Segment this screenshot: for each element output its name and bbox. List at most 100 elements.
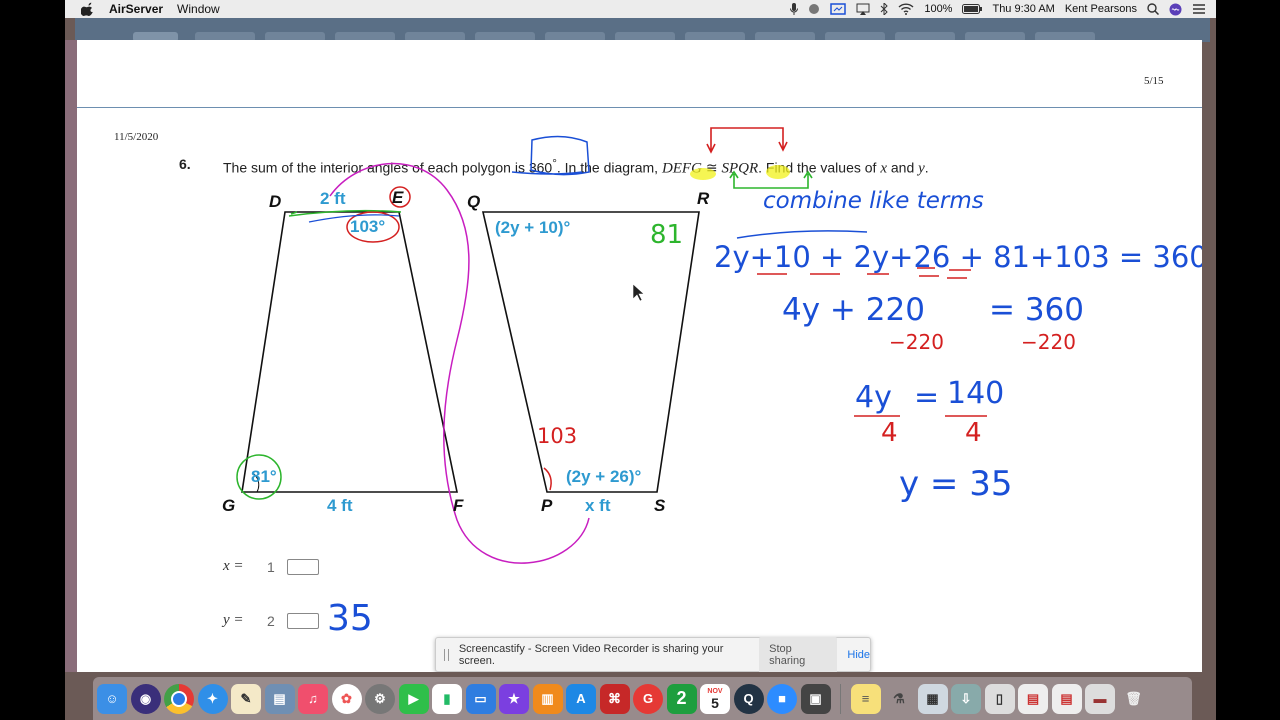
vertex-label-d: D [269,192,282,211]
number-two-app-icon[interactable]: 2 [666,683,697,714]
bluetooth-icon[interactable] [880,3,889,15]
status-area: 100% Thu 9:30 AM Kent Pearsons [790,0,1206,18]
vertex-label-g: G [222,496,236,515]
calendar-icon[interactable]: NOV 5 [700,683,730,714]
notification-center-icon[interactable] [1192,3,1206,15]
highlight-mark [766,165,790,179]
pen-equation-2-left: 4y + 220 [782,292,925,328]
diagram-canvas [236,127,987,564]
screenshot-folder-icon[interactable]: ▦ [917,683,948,714]
hide-button[interactable]: Hide [847,649,870,661]
pen-answer-35: 35 [327,598,373,639]
pen-note-103: 103 [537,424,578,448]
record-icon[interactable] [808,3,820,15]
vertex-label-p: P [541,496,553,515]
numbers-icon[interactable]: ▮ [432,683,462,714]
angle-e-measure: 103° [350,217,386,236]
document-stack-icon[interactable]: ▬ [1085,683,1115,714]
menu-bar: AirServer Window 100% Thu 9:30 AM Kent P… [65,0,1216,18]
browser-toolbar [75,18,1210,42]
downloads-folder-icon[interactable]: ⇩ [951,683,981,714]
screen-capture-icon[interactable]: ▣ [800,683,831,714]
pen-fraction-den-left: 4 [881,418,898,448]
calendar-day: 5 [711,694,719,711]
vertex-label-e: E [392,188,404,207]
vertex-label-s: S [654,496,666,515]
battery-icon[interactable] [962,4,983,14]
side-de-length: 2 ft [320,189,346,208]
answer-x-input[interactable] [287,558,319,575]
books-icon[interactable]: ▥ [532,683,563,714]
black-border [1216,0,1280,720]
app-menu-airserver[interactable]: AirServer [109,2,163,16]
pen-note-title: combine like terms [763,188,984,214]
pen-fraction-equals: = [914,380,940,415]
finder-icon[interactable]: ☺ [97,683,127,714]
mirrored-screen: AirServer Window 100% Thu 9:30 AM Kent P… [65,0,1216,720]
dock: ☺ ◉ ✦ ✎ ▤ ♫ ✿ ⚙ ▶ ▮ ▭ ★ ▥ A ⌘ G 2 NOV 5 Q… [93,677,1192,720]
apple-menu-icon[interactable] [80,2,95,16]
music-icon[interactable]: ♫ [298,683,328,714]
quicktime-icon[interactable]: Q [733,683,764,714]
wifi-icon[interactable] [898,3,914,15]
vertex-label-f: F [453,496,464,515]
facetime-icon[interactable]: ▶ [398,683,429,714]
siri-dock-icon[interactable]: ◉ [130,683,161,714]
pen-subtract-right: −220 [1021,330,1076,354]
microphone-icon[interactable] [790,3,799,15]
airplay-icon[interactable] [856,3,870,15]
document-page: 5/15 11/5/2020 6. The sum of the interio… [77,40,1202,672]
answer-y-number: 2 [267,612,275,629]
grammarly-icon[interactable]: G [633,683,663,714]
battery-percent: 100% [924,3,953,15]
stickies-icon[interactable]: ≡ [850,683,881,714]
user-name[interactable]: Kent Pearsons [1065,3,1137,15]
side-gf-length: 4 ft [327,496,353,515]
pen-equation-1: 2y+10 + 2y+26 + 81+103 = 360 [714,240,1202,274]
stop-sharing-button[interactable]: Stop sharing [759,636,838,672]
highlight-mark [690,168,716,180]
answer-y-input[interactable] [287,612,319,629]
correspondence-arrow-red [706,127,788,154]
answer-row-x: x = 1 [223,558,319,575]
pen-solution-y: y = 35 [899,464,1013,504]
utility-icon[interactable]: ⚗ [884,684,914,714]
safari-icon[interactable]: ✦ [197,683,228,714]
screen-share-icon[interactable] [830,3,847,15]
imovie-icon[interactable]: ★ [499,683,529,714]
document-stack-icon[interactable]: ▯ [984,683,1015,714]
side-ps-length: x ft [585,496,611,515]
system-preferences-icon[interactable]: ⚙ [365,683,395,714]
chrome-icon[interactable] [164,683,194,714]
pen-subtract-left: −220 [889,330,944,354]
pen-equation-2-right: = 360 [989,292,1084,328]
acrobat-icon[interactable]: ⌘ [599,683,630,714]
document-stack-icon[interactable]: ▤ [1018,683,1048,714]
trash-icon[interactable]: 🗑 [1119,684,1149,714]
zoom-icon[interactable]: ■ [767,683,797,714]
answer-y-label: y = [223,612,244,628]
vertex-label-r: R [697,189,710,208]
keynote-icon[interactable]: ▭ [465,683,496,714]
document-stack-icon[interactable]: ▤ [1051,683,1082,714]
vertex-label-q: Q [467,192,481,211]
photos-icon[interactable]: ✿ [331,683,362,714]
spotlight-search-icon[interactable] [1147,3,1159,15]
siri-icon[interactable] [1169,3,1182,16]
dock-divider [840,683,841,714]
screen-share-banner: Screencastify - Screen Video Recorder is… [435,636,871,672]
polygon-defg [241,211,458,493]
photo-app-icon[interactable]: ▤ [264,683,295,714]
drag-handle-icon[interactable] [444,648,449,661]
pen-box-360 [511,135,590,176]
polygon-qrsp [481,211,700,493]
angle-q-measure: (2y + 10)° [495,218,571,237]
share-message: Screencastify - Screen Video Recorder is… [458,642,724,667]
preview-icon[interactable]: ✎ [231,683,261,714]
angle-s-measure: (2y + 26)° [566,467,642,486]
menu-window[interactable]: Window [177,2,220,16]
pen-fraction-num-right: 140 [947,376,1005,411]
clock[interactable]: Thu 9:30 AM [992,3,1054,15]
answer-x-label: x = [223,558,244,574]
app-store-icon[interactable]: A [566,683,596,714]
